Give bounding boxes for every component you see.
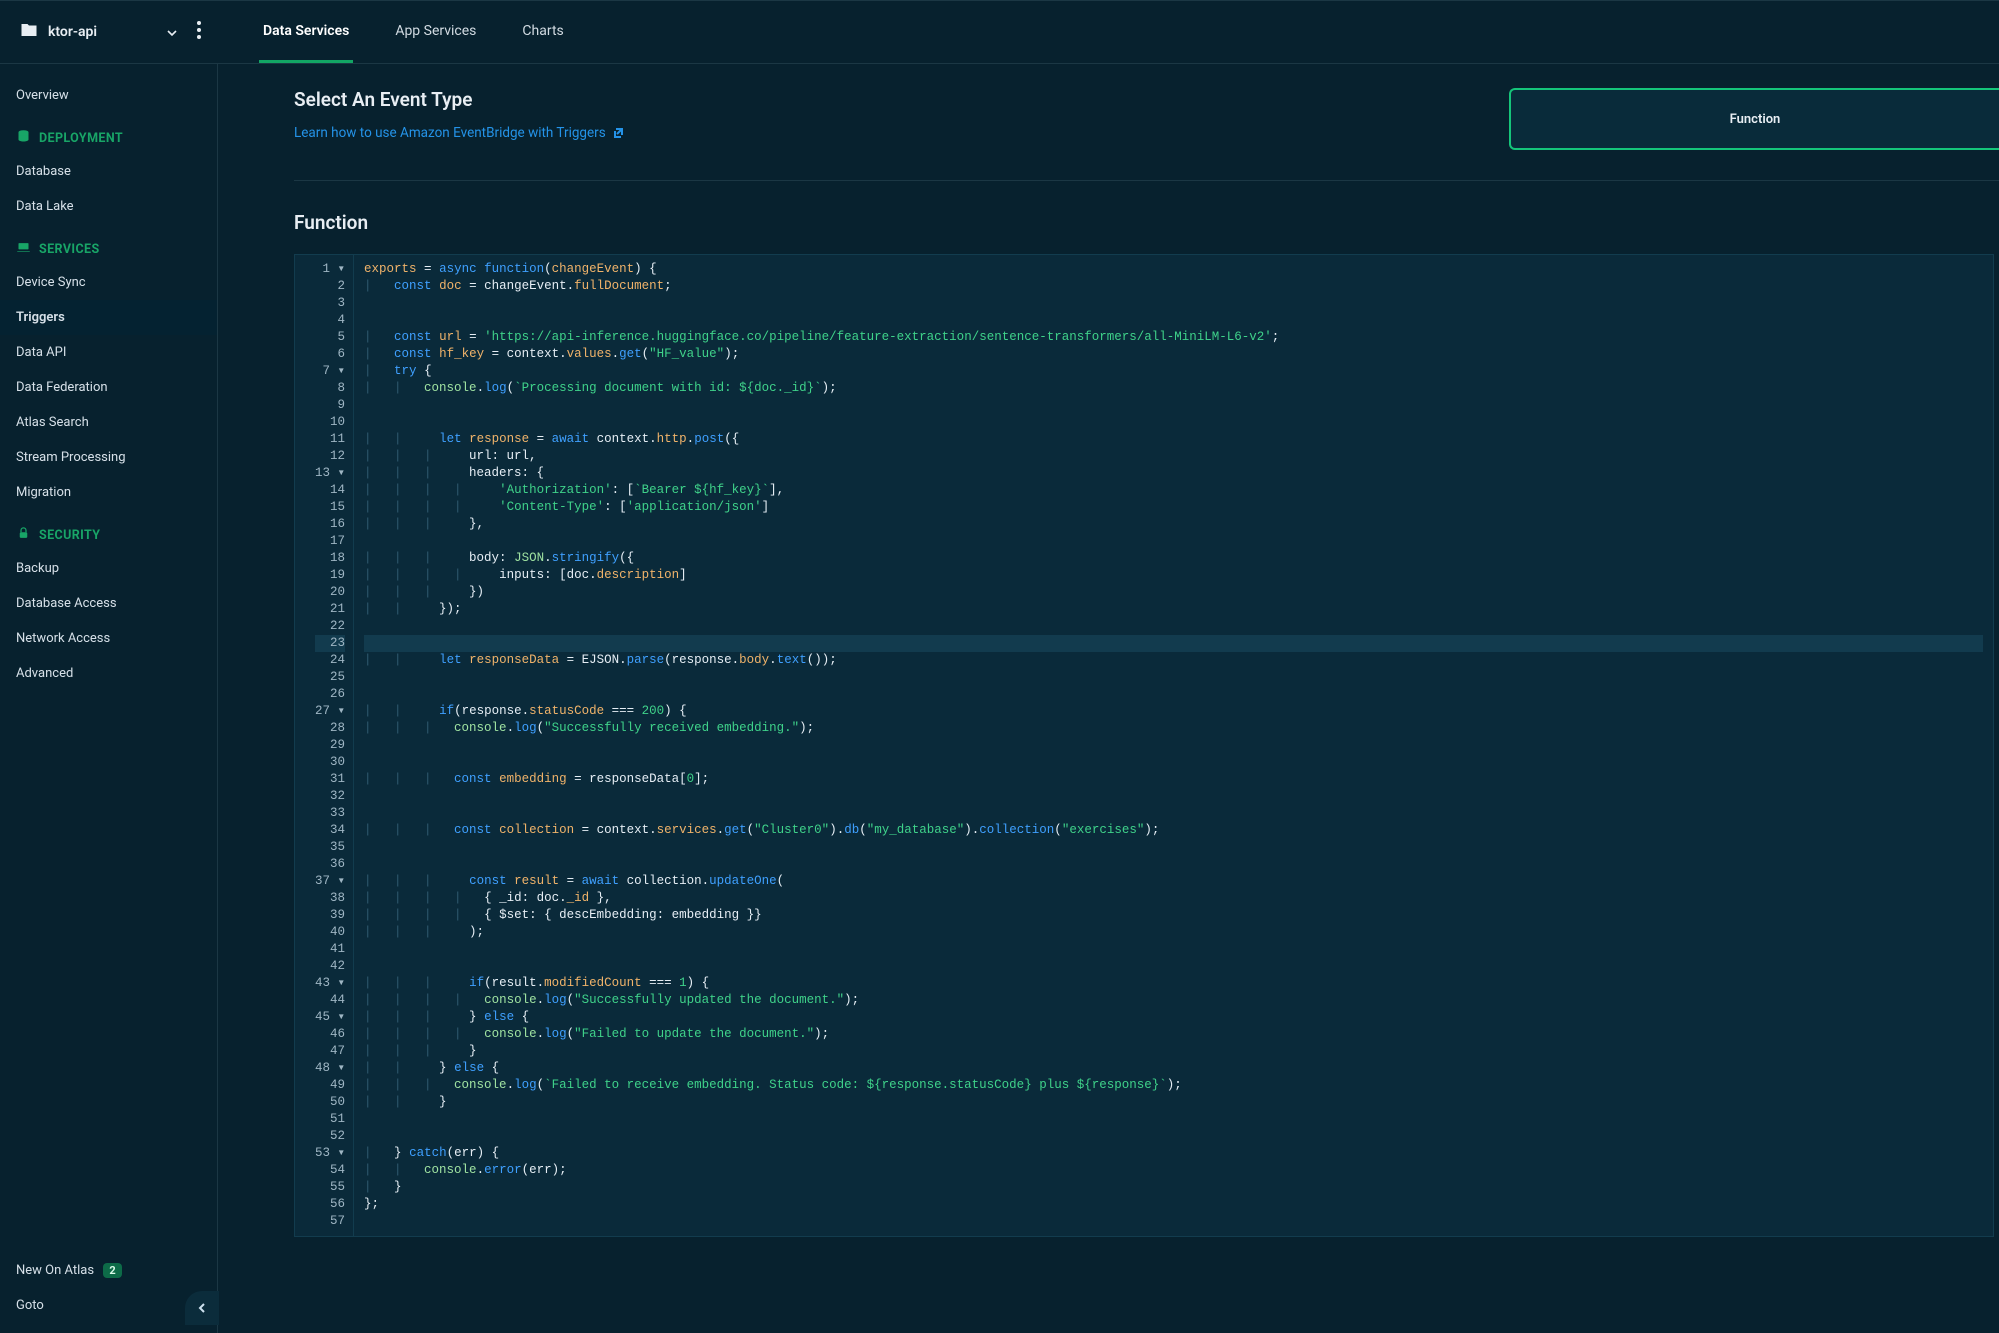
event-type-heading: Select An Event Type [294,88,624,111]
project-selector[interactable]: ktor-api [12,17,185,47]
sidebar-item-database[interactable]: Database [0,154,217,189]
sidebar-bottom: New On Atlas 2 Goto [0,1253,217,1323]
topbar: ktor-api Data Services App Services Char… [0,0,1999,64]
project-name: ktor-api [48,24,97,40]
learn-link-text: Learn how to use Amazon EventBridge with… [294,125,606,141]
laptop-icon [16,240,31,259]
sidebar-item-network-access[interactable]: Network Access [0,621,217,656]
sidebar-item-database-access[interactable]: Database Access [0,586,217,621]
sidebar-item-advanced[interactable]: Advanced [0,656,217,691]
chevron-down-icon [167,27,177,37]
sidebar-item-device-sync[interactable]: Device Sync [0,265,217,300]
database-stack-icon [16,129,31,148]
sidebar-section-security: SECURITY [0,510,217,551]
event-type-row: Select An Event Type Learn how to use Am… [294,88,1999,181]
external-link-icon [612,127,624,139]
sidebar-section-deployment: DEPLOYMENT [0,113,217,154]
sidebar-item-data-lake[interactable]: Data Lake [0,189,217,224]
sidebar-item-stream-processing[interactable]: Stream Processing [0,440,217,475]
code-editor[interactable]: 1 ▾2 3 4 5 6 7 ▾8 9 10 11 12 13 ▾14 15 1… [294,254,1994,1237]
folder-icon [20,21,38,43]
sidebar: Overview DEPLOYMENT Database Data Lake S… [0,64,218,1333]
function-card-label: Function [1730,112,1781,127]
section-header-label: SERVICES [39,242,100,257]
tab-charts[interactable]: Charts [518,2,567,63]
content: Select An Event Type Learn how to use Am… [218,64,1999,1333]
lock-icon [16,526,31,545]
sidebar-item-backup[interactable]: Backup [0,551,217,586]
sidebar-section-services: SERVICES [0,224,217,265]
new-on-atlas-badge: 2 [103,1263,121,1278]
new-on-atlas-label: New On Atlas [16,1263,94,1278]
top-tabs: Data Services App Services Charts [259,2,568,63]
section-header-label: DEPLOYMENT [39,131,123,146]
section-header-label: SECURITY [39,528,100,543]
sidebar-item-atlas-search[interactable]: Atlas Search [0,405,217,440]
sidebar-item-new-on-atlas[interactable]: New On Atlas 2 [0,1253,217,1288]
code-body[interactable]: exports = async function(changeEvent) {|… [354,255,1993,1236]
more-menu-button[interactable] [197,21,201,43]
tab-app-services[interactable]: App Services [391,2,480,63]
learn-eventbridge-link[interactable]: Learn how to use Amazon EventBridge with… [294,125,624,141]
sidebar-item-triggers[interactable]: Triggers [0,300,217,335]
sidebar-item-data-federation[interactable]: Data Federation [0,370,217,405]
sidebar-item-migration[interactable]: Migration [0,475,217,510]
function-section-heading: Function [294,211,1999,234]
tab-data-services[interactable]: Data Services [259,2,353,63]
collapse-sidebar-button[interactable] [185,1291,219,1325]
sidebar-item-overview[interactable]: Overview [0,78,217,113]
chevron-left-icon [196,1302,208,1314]
sidebar-item-data-api[interactable]: Data API [0,335,217,370]
event-type-function-card[interactable]: Function [1509,88,1999,150]
code-gutter: 1 ▾2 3 4 5 6 7 ▾8 9 10 11 12 13 ▾14 15 1… [295,255,354,1236]
